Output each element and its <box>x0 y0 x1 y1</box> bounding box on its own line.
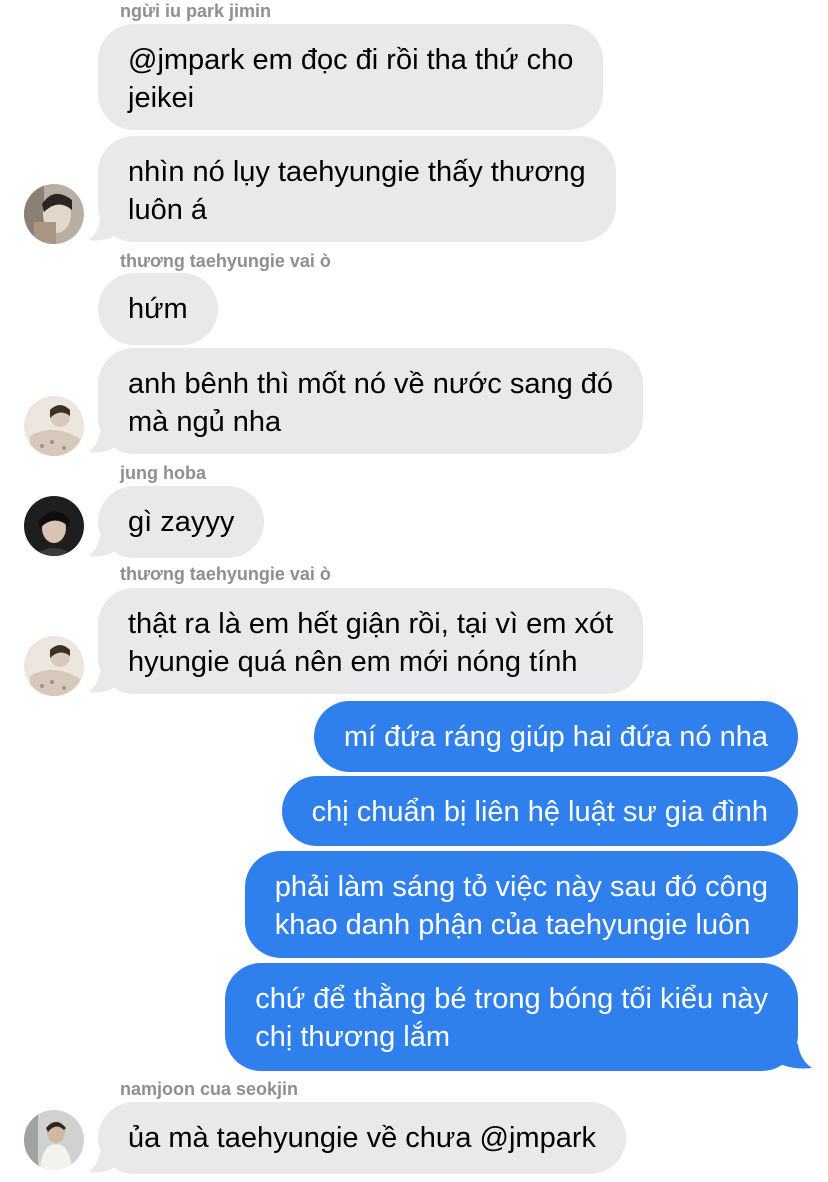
message-bubble[interactable]: anh bênh thì mốt nó về nước sang đó mà n… <box>98 348 644 454</box>
message-bubble[interactable]: mí đứa ráng giúp hai đứa nó nha <box>313 701 798 772</box>
bubble-tail <box>88 214 114 241</box>
message-bubble[interactable]: nhìn nó lụy taehyungie thấy thương luôn … <box>98 136 616 242</box>
message-text: jeikei <box>128 82 195 114</box>
bubble-tail <box>88 530 114 557</box>
message-text: @jmpark em đọc đi rồi tha thứ cho <box>128 44 574 76</box>
message-bubble[interactable]: chị chuẩn bị liên hệ luật sư gia đình <box>281 776 798 846</box>
message-text: mà ngủ nha <box>128 406 282 438</box>
sender-name: jung hoba <box>120 463 206 483</box>
sender-name: namjoon cua seokjin <box>120 1079 299 1099</box>
message-text: hứm <box>128 293 188 325</box>
bubble-tail <box>88 426 114 453</box>
message-text: anh bênh thì mốt nó về nước sang đó <box>128 368 614 400</box>
message-text: ủa mà taehyungie về chưa @jmpark <box>128 1122 596 1154</box>
message-bubble[interactable]: phải làm sáng tỏ việc này sau đó công kh… <box>244 851 798 958</box>
message-bubble[interactable]: hứm <box>98 273 218 345</box>
sender-name: ngừi iu park jimin <box>120 1 272 21</box>
message-text: thật ra là em hết giận rồi, tại vì em xó… <box>128 608 614 640</box>
avatar-hoba[interactable] <box>24 496 84 556</box>
message-text: luôn á <box>128 194 208 226</box>
avatar-taehyung-fan[interactable] <box>24 396 84 456</box>
message-text: nhìn nó lụy taehyungie thấy thương <box>128 156 586 188</box>
message-text: chị chuẩn bị liên hệ luật sư gia đình <box>311 796 768 828</box>
message-bubble[interactable]: ủa mà taehyungie về chưa @jmpark <box>98 1102 626 1174</box>
avatar-taehyung-fan[interactable] <box>24 636 84 696</box>
bubble-tail <box>88 666 114 693</box>
message-text: chứ để thằng bé trong bóng tối kiểu này <box>255 983 768 1015</box>
message-bubble[interactable]: @jmpark em đọc đi rồi tha thứ cho jeikei <box>98 24 604 130</box>
avatar-jimin[interactable] <box>24 184 84 244</box>
message-text: khao danh phận của taehyungie luôn <box>274 909 751 941</box>
message-text: gì zayyy <box>128 506 235 538</box>
message-bubble[interactable]: chứ để thằng bé trong bóng tối kiểu này … <box>225 963 798 1071</box>
message-text: chị thương lắm <box>255 1021 450 1053</box>
message-text: hyungie quá nên em mới nóng tính <box>128 646 578 678</box>
message-bubble[interactable]: gì zayyy <box>98 486 265 558</box>
sender-name: thương taehyungie vai ò <box>120 564 331 584</box>
message-text: phải làm sáng tỏ việc này sau đó công <box>274 871 768 903</box>
message-bubble[interactable]: thật ra là em hết giận rồi, tại vì em xó… <box>98 588 644 694</box>
sender-name: thương taehyungie vai ò <box>120 251 331 271</box>
message-text: mí đứa ráng giúp hai đứa nó nha <box>343 721 768 753</box>
bubble-tail <box>88 1146 114 1173</box>
bubble-tail <box>780 1040 812 1069</box>
avatar-namjoon[interactable] <box>24 1110 84 1170</box>
